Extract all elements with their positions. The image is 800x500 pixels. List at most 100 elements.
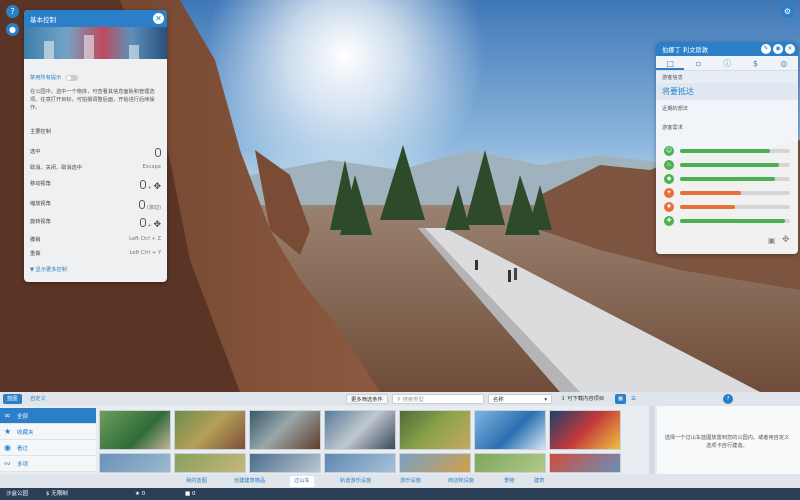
tab-my-blueprints[interactable]: 我的蓝图 xyxy=(182,476,211,487)
tab-globe[interactable]: ◎ xyxy=(770,56,798,70)
build-toolbar: 蓝图 自定义 更多筛选条件 ⚲ 搜索类型 名称 ▾ ↧ 可下载内容项目 ▦ ☰ … xyxy=(0,392,800,406)
search-input[interactable]: ⚲ 搜索类型 xyxy=(392,394,484,404)
need-bar-fill xyxy=(680,177,775,181)
guest-info-panel: 伯娜丁 利文斯敦 ✎ ◉ ✕ □ ▫ ⓘ $ ◎ 游客信息 将要抵达 近期的想法… xyxy=(656,42,798,254)
controls-intro: 在公园中，选中一个物体，可查看其信息面板和管理选项。任意打开目标，可拍摄调整后面… xyxy=(30,89,155,111)
need-bar-fill xyxy=(680,163,779,167)
need-bar xyxy=(680,191,790,195)
tab-create-structures[interactable]: 创建建筑物品 xyxy=(230,476,269,487)
guest-info-label: 游客信息 xyxy=(656,71,798,83)
chevron-down-icon: ▾ xyxy=(544,397,547,403)
need-bar-fill xyxy=(680,149,771,153)
category-all[interactable]: ∞ 全部 xyxy=(0,408,96,424)
list-view-icon[interactable]: ☰ xyxy=(628,394,639,404)
guest-count[interactable]: ★ 0 xyxy=(135,488,145,500)
tab-custom[interactable]: 自定义 xyxy=(26,394,50,404)
control-row-rotate: 旋转视角 + ✥ xyxy=(30,218,161,230)
rotate-arrows-icon: ✥ xyxy=(153,220,161,230)
control-row-cancel: 取消、关闭、取消选中 Escape xyxy=(30,164,161,171)
settings-gear-icon[interactable]: ⚙ xyxy=(781,5,794,18)
mouse-wheel-icon xyxy=(138,200,145,209)
locate-icon[interactable]: ◉ xyxy=(773,44,783,54)
disable-tips-label: 禁用所有提示 xyxy=(30,75,62,81)
coaster-loop-icon: ∾ xyxy=(4,459,11,468)
tab-blueprints[interactable]: 蓝图 xyxy=(3,394,22,404)
scrollbar[interactable] xyxy=(649,406,655,478)
control-row-undo: 撤销 Left Ctrl + Z xyxy=(30,236,161,243)
park-name: 沙盒公园 xyxy=(6,491,29,497)
tab-guest-info[interactable]: □ xyxy=(656,56,685,70)
camera-icon[interactable]: ▣ xyxy=(768,236,776,245)
status-bar: 沙盒公园 $ 无限制 ★ 0 ■ 0 xyxy=(0,488,800,500)
chevron-down-icon: ▼ xyxy=(30,267,34,273)
globe-icon: ◎ xyxy=(780,59,788,68)
blueprint-thumb[interactable] xyxy=(549,453,621,473)
guest-status: 将要抵达 xyxy=(656,83,798,100)
move-arrows-icon: ✥ xyxy=(153,182,161,192)
controls-section-title: 主要控制 xyxy=(30,129,51,135)
blueprint-thumb[interactable] xyxy=(174,453,246,473)
blueprint-thumb[interactable] xyxy=(549,410,621,450)
guest-need-row: ♨ xyxy=(664,160,792,170)
blueprint-thumb[interactable] xyxy=(399,453,471,473)
category-viewed[interactable]: ◉ 看过 xyxy=(0,440,96,456)
category-multi[interactable]: ∾ 多项 xyxy=(0,456,96,472)
money-display[interactable]: $ 无限制 xyxy=(46,488,68,500)
sort-select[interactable]: 名称 ▾ xyxy=(488,394,552,404)
tab-thoughts[interactable]: ▫ xyxy=(684,56,712,70)
guest-header: 伯娜丁 利文斯敦 ✎ ◉ ✕ xyxy=(656,42,798,56)
control-row-zoom: 缩放视角 (滚动) xyxy=(30,200,161,211)
disable-tips-row[interactable]: 禁用所有提示 xyxy=(30,74,161,81)
blueprint-thumb[interactable] xyxy=(399,410,471,450)
need-bar xyxy=(680,205,790,209)
tab-scenery[interactable]: 景物 xyxy=(500,476,518,487)
toilet-icon: ✦ xyxy=(664,188,674,198)
tab-coasters[interactable]: 过山车 xyxy=(290,476,314,487)
close-icon[interactable]: ✕ xyxy=(153,13,164,24)
disable-tips-toggle[interactable] xyxy=(65,74,78,81)
more-filters-button[interactable]: 更多筛选条件 xyxy=(346,394,388,404)
infinity-icon: ∞ xyxy=(4,411,11,420)
tab-shops-facilities[interactable]: 商店和设施 xyxy=(444,476,478,487)
help-button[interactable]: ? xyxy=(6,5,19,18)
park-rating[interactable]: ■ 0 xyxy=(185,488,195,500)
drink-icon: ♨ xyxy=(664,160,674,170)
blueprint-thumb[interactable] xyxy=(174,410,246,450)
blueprint-thumb[interactable] xyxy=(99,410,171,450)
blueprint-thumb[interactable] xyxy=(249,410,321,450)
more-controls-link[interactable]: ▼ 显示更多控制 xyxy=(30,266,161,273)
controls-header: 基本控制 ✕ xyxy=(24,10,167,27)
food-icon: ◆ xyxy=(664,174,674,184)
tab-track-rides[interactable]: 轨道游乐设施 xyxy=(336,476,375,487)
mouse-left-icon xyxy=(155,148,161,157)
build-category-tabs: 我的蓝图 创建建筑物品 过山车 轨道游乐设施 游乐设施 商店和设施 景物 建筑 xyxy=(0,474,800,488)
need-bar xyxy=(680,177,790,181)
tab-details[interactable]: ⓘ xyxy=(713,56,741,70)
tab-flat-rides[interactable]: 游乐设施 xyxy=(396,476,425,487)
blueprint-thumb[interactable] xyxy=(474,453,546,473)
tab-money[interactable]: $ xyxy=(741,56,769,70)
category-favorites[interactable]: ★ 收藏夹 xyxy=(0,424,96,440)
need-bar xyxy=(680,149,790,153)
need-bar-fill xyxy=(680,191,741,195)
blueprint-thumb[interactable] xyxy=(324,410,396,450)
close-icon[interactable]: ✕ xyxy=(785,44,795,54)
category-list: ∞ 全部 ★ 收藏夹 ◉ 看过 ∾ 多项 xyxy=(0,408,96,472)
downloadable-content-toggle[interactable]: ↧ 可下载内容项目 xyxy=(557,394,608,404)
clipboard-icon: □ xyxy=(666,59,674,68)
energy-icon: ♦ xyxy=(664,202,674,212)
tab-construction[interactable]: 建筑 xyxy=(530,476,548,487)
blueprint-thumb[interactable] xyxy=(249,453,321,473)
grid-view-icon[interactable]: ▦ xyxy=(615,394,626,404)
edit-icon[interactable]: ✎ xyxy=(761,44,771,54)
controls-banner-image xyxy=(24,27,167,59)
help-button[interactable]: ? xyxy=(723,394,733,404)
info-icon: ⓘ xyxy=(723,59,732,68)
advisor-button[interactable]: ● xyxy=(6,23,19,36)
guest-need-row: ◆ xyxy=(664,174,792,184)
eye-icon: ◉ xyxy=(4,443,11,452)
blueprint-thumb[interactable] xyxy=(99,453,171,473)
blueprint-thumb[interactable] xyxy=(474,410,546,450)
move-icon[interactable]: ✥ xyxy=(782,235,790,245)
blueprint-thumb[interactable] xyxy=(324,453,396,473)
